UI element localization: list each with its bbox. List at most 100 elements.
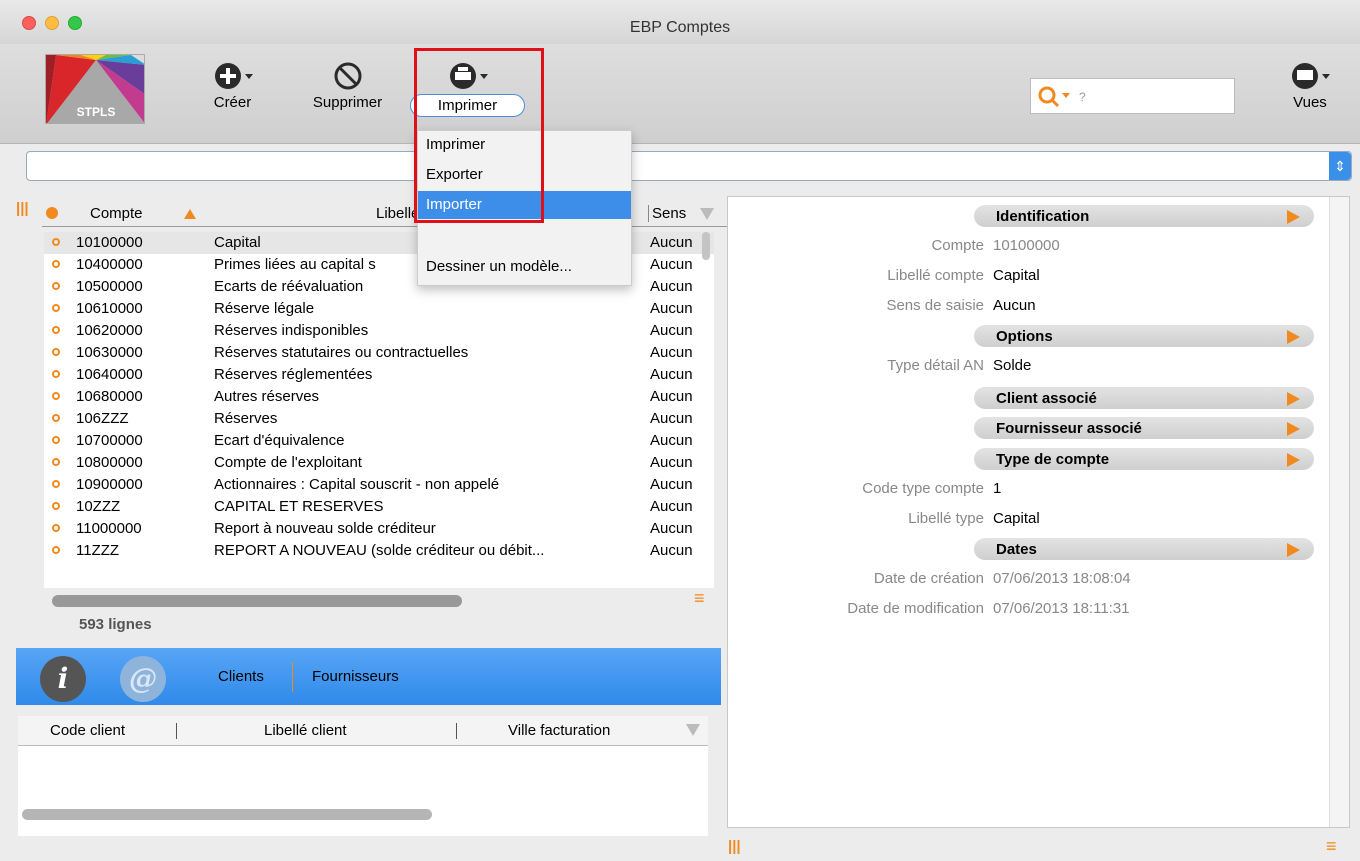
plus-circle-icon [214, 63, 253, 89]
field-label: Date de modification [847, 600, 984, 617]
column-header-ville[interactable]: Ville facturation [508, 722, 610, 739]
info-icon[interactable]: i [40, 656, 86, 702]
section-fournisseur-associe[interactable]: Fournisseur associé [974, 417, 1314, 439]
prohibited-icon [334, 62, 361, 90]
column-header-libelle[interactable]: Libellé [376, 205, 419, 222]
column-header-compte[interactable]: Compte [90, 205, 143, 222]
cell-sens: Aucun [650, 256, 693, 273]
cell-compte: 11ZZZ [76, 542, 120, 559]
field-date-creation: 07/06/2013 18:08:04 [993, 570, 1131, 587]
sort-ascending-icon[interactable] [184, 209, 196, 219]
panel-options-icon[interactable]: ≡ [1326, 836, 1340, 856]
monitor-icon [1292, 63, 1330, 89]
cell-sens: Aucun [650, 344, 693, 361]
field-type-detail-an[interactable]: Solde [993, 357, 1031, 374]
column-header-sens[interactable]: Sens [648, 205, 686, 222]
cell-libelle: Autres réserves [214, 388, 320, 405]
cell-sens: Aucun [650, 542, 693, 559]
section-title: Identification [996, 208, 1090, 225]
table-row[interactable]: 11ZZZ REPORT A NOUVEAU (solde créditeur o… [44, 540, 714, 562]
column-menu-icon[interactable] [700, 208, 714, 220]
field-sens-saisie[interactable]: Aucun [993, 297, 1036, 314]
status-dot-icon [52, 326, 60, 334]
table-row[interactable]: 106ZZZ Réserves Aucun [44, 408, 714, 430]
cell-compte: 10620000 [76, 322, 143, 339]
delete-button[interactable]: Supprimer [300, 50, 395, 111]
cell-sens: Aucun [650, 322, 693, 339]
company-logo[interactable]: STPLS [45, 54, 145, 124]
field-label: Date de création [873, 570, 984, 587]
cell-libelle: Réserves réglementées [214, 366, 373, 383]
column-header-code-client[interactable]: Code client [50, 722, 125, 739]
table-row[interactable]: 10610000 Réserve légale Aucun [44, 298, 714, 320]
window-title: EBP Comptes [629, 19, 731, 36]
status-dot-icon [52, 480, 60, 488]
section-title: Client associé [996, 390, 1097, 407]
table-row[interactable]: 10620000 Réserves indisponibles Aucun [44, 320, 714, 342]
cell-compte: 10630000 [76, 344, 143, 361]
cell-compte: 11000000 [76, 520, 142, 537]
cell-sens: Aucun [650, 300, 693, 317]
table-row[interactable]: 11000000 Report à nouveau solde créditeur… [44, 518, 714, 540]
chevron-updown-icon[interactable]: ⇕ [1329, 152, 1351, 180]
menu-item-dessiner-modele[interactable]: Dessiner un modèle... [418, 253, 631, 281]
cell-libelle: REPORT A NOUVEAU (solde créditeur ou déb… [214, 542, 545, 559]
table-row[interactable]: 10800000 Compte de l'exploitant Aucun [44, 452, 714, 474]
cell-compte: 10680000 [76, 388, 143, 405]
status-column-icon[interactable] [46, 207, 58, 219]
search-field[interactable]: ? [1030, 78, 1235, 114]
status-dot-icon [52, 260, 60, 268]
cell-libelle: Ecart d'équivalence [214, 432, 345, 449]
highlight-annotation [414, 48, 544, 223]
cell-libelle: CAPITAL ET RESERVES [214, 498, 384, 515]
cell-sens: Aucun [650, 432, 693, 449]
section-client-associe[interactable]: Client associé [974, 387, 1314, 409]
table-row[interactable]: 10640000 Réserves réglementées Aucun [44, 364, 714, 386]
views-button[interactable]: Vues [1280, 50, 1340, 111]
field-code-type-compte[interactable]: 1 [993, 480, 1001, 497]
cell-sens: Aucun [650, 498, 693, 515]
horizontal-scrollbar[interactable] [52, 595, 462, 607]
clients-table-header: Code client Libellé client Ville factura… [18, 716, 708, 746]
status-dot-icon [52, 392, 60, 400]
tab-fournisseurs[interactable]: Fournisseurs [312, 668, 399, 685]
section-identification[interactable]: Identification [974, 205, 1314, 227]
table-row[interactable]: 10900000 Actionnaires : Capital souscrit … [44, 474, 714, 496]
table-row[interactable]: 10630000 Réserves statutaires ou contract… [44, 342, 714, 364]
table-row[interactable]: 10ZZZ CAPITAL ET RESERVES Aucun [44, 496, 714, 518]
column-chooser-icon[interactable]: ||| [16, 200, 30, 217]
cell-compte: 106ZZZ [76, 410, 129, 427]
create-label: Créer [213, 94, 252, 111]
cell-compte: 10700000 [76, 432, 143, 449]
cell-sens: Aucun [650, 388, 693, 405]
tab-clients[interactable]: Clients [218, 668, 264, 685]
panel-resize-icon[interactable]: ||| [728, 838, 741, 855]
cell-compte: 10100000 [76, 234, 143, 251]
section-options[interactable]: Options [974, 325, 1314, 347]
at-icon[interactable]: @ [120, 656, 166, 702]
create-button[interactable]: Créer [205, 50, 260, 111]
status-dot-icon [52, 524, 60, 532]
column-menu-icon[interactable] [686, 724, 700, 736]
field-label: Sens de saisie [886, 297, 984, 314]
clients-table-body [18, 746, 708, 836]
field-libelle-compte[interactable]: Capital [993, 267, 1040, 284]
column-header-libelle-client[interactable]: Libellé client [264, 722, 347, 739]
section-dates[interactable]: Dates [974, 538, 1314, 560]
field-label: Type détail AN [887, 357, 984, 374]
status-dot-icon [52, 436, 60, 444]
cell-sens: Aucun [650, 278, 693, 295]
filter-select[interactable]: ⇕ [26, 151, 1352, 181]
table-row[interactable]: 10680000 Autres réserves Aucun [44, 386, 714, 408]
cell-compte: 10500000 [76, 278, 143, 295]
cell-compte: 10900000 [76, 476, 143, 493]
cell-sens: Aucun [650, 520, 693, 537]
section-type-compte[interactable]: Type de compte [974, 448, 1314, 470]
cell-compte: 10610000 [76, 300, 143, 317]
vertical-scrollbar[interactable] [702, 232, 710, 260]
cell-compte: 10400000 [76, 256, 143, 273]
horizontal-scrollbar[interactable] [22, 809, 432, 820]
list-options-icon[interactable]: ≡ [694, 588, 705, 609]
vertical-scrollbar[interactable] [1329, 197, 1349, 827]
table-row[interactable]: 10700000 Ecart d'équivalence Aucun [44, 430, 714, 452]
